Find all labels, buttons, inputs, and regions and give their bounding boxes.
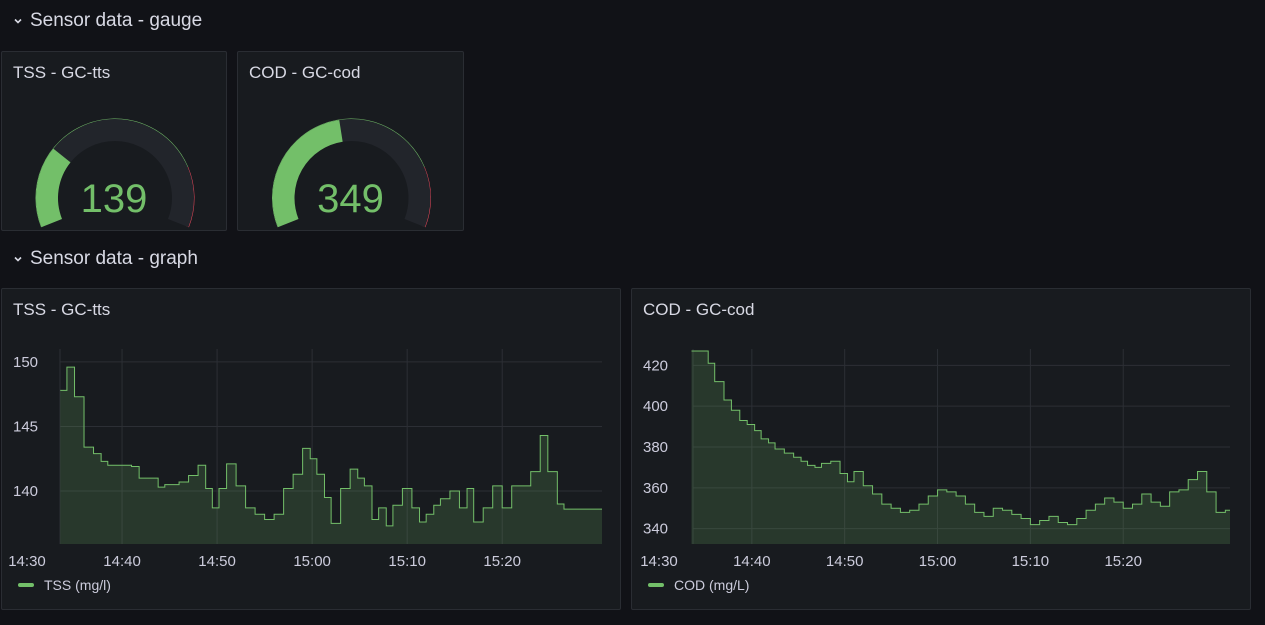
x-tick-label: 15:00 [919,553,957,570]
legend[interactable]: COD (mg/L) [648,577,749,593]
row-title: Sensor data - gauge [30,10,203,31]
x-tick-label: 15:10 [1012,553,1050,570]
series-area [691,351,1230,544]
y-tick-label: 420 [643,357,668,374]
x-tick-label: 14:50 [198,553,236,570]
y-tick-label: 150 [13,354,38,371]
timeseries-panel-cod[interactable]: COD - GC-cod 420 400 380 360 340 14:30 14:40 14… [631,288,1251,610]
y-tick-label: 400 [643,398,668,415]
gauge-panel-cod[interactable]: COD - GC-cod 349 [237,51,464,231]
timeseries-chart[interactable]: 420 400 380 360 340 14:30 14:40 14:50 15:00 15:10… [632,289,1252,611]
gauge-value: 139 [80,177,148,221]
y-tick-label: 340 [643,521,668,538]
timeseries-panel-tss[interactable]: TSS - GC-tts 150 145 140 14:30 14:40 14:50 15:… [1,288,621,610]
x-tick-label: 15:10 [388,553,426,570]
y-tick-label: 380 [643,439,668,456]
y-tick-label: 145 [13,418,38,435]
x-tick-label: 15:20 [1104,553,1142,570]
y-tick-label: 140 [13,483,38,500]
x-tick-label: 14:30 [640,553,678,570]
x-tick-label: 15:00 [293,553,331,570]
row-header-graph[interactable]: Sensor data - graph [12,245,198,273]
x-tick-label: 14:50 [826,553,864,570]
legend-label: TSS (mg/l) [44,577,111,593]
chevron-down-icon [14,18,22,24]
x-tick-label: 14:30 [8,553,46,570]
row-title: Sensor data - graph [30,248,198,269]
x-tick-label: 15:20 [483,553,521,570]
y-tick-label: 360 [643,480,668,497]
legend-swatch [648,583,664,587]
chevron-down-icon [14,256,22,262]
legend[interactable]: TSS (mg/l) [18,577,111,593]
x-tick-label: 14:40 [103,553,141,570]
gauge-panel-tss[interactable]: TSS - GC-tts 139 [1,51,227,231]
row-header-gauge[interactable]: Sensor data - gauge [12,7,202,35]
timeseries-chart[interactable]: 150 145 140 14:30 14:40 14:50 15:00 15:10 15:20 [2,289,622,611]
legend-swatch [18,583,34,587]
x-tick-label: 14:40 [733,553,771,570]
gauge-value: 349 [317,177,384,221]
legend-label: COD (mg/L) [674,577,750,593]
